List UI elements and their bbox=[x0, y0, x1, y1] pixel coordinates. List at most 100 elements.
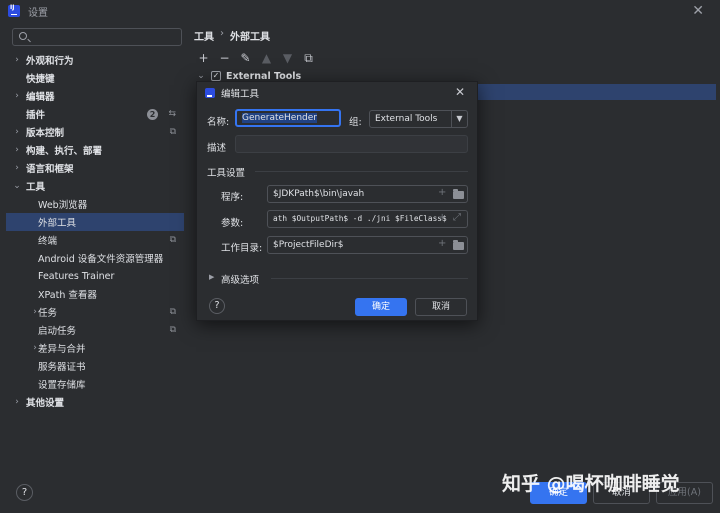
chevron-down-icon[interactable]: ▼ bbox=[451, 111, 467, 127]
sidebar-item[interactable]: XPath 查看器 bbox=[6, 285, 184, 303]
sidebar-item[interactable]: 终端 ⧉ bbox=[6, 231, 184, 249]
tool-settings-heading: 工具设置 bbox=[207, 168, 246, 179]
dialog-title: 编辑工具 bbox=[221, 89, 260, 100]
project-scope-icon: ⧉ bbox=[169, 307, 176, 317]
working-dir-value: $ProjectFileDir$ bbox=[273, 240, 344, 250]
sidebar-item[interactable]: ⌄ 工具 bbox=[6, 177, 184, 195]
group-checkbox[interactable]: ✓ bbox=[211, 71, 221, 81]
sidebar-item[interactable]: 启动任务 ⧉ bbox=[6, 321, 184, 339]
sidebar-item-label: 任务 bbox=[38, 308, 58, 319]
chevron-down-icon[interactable]: ⌄ bbox=[12, 181, 22, 191]
update-count-badge: 2 bbox=[147, 108, 158, 120]
working-dir-label: 工作目录: bbox=[221, 243, 263, 254]
search-input[interactable] bbox=[12, 28, 182, 46]
sidebar-item[interactable]: › 编辑器 bbox=[6, 87, 184, 105]
chevron-right-icon[interactable]: › bbox=[12, 163, 22, 173]
sidebar-item[interactable]: 插件 2 ⇆ bbox=[6, 105, 184, 123]
tools-toolbar: + − ✎ ▲ ▼ ⧉ bbox=[198, 52, 314, 64]
sidebar-item-label: 构建、执行、部署 bbox=[26, 146, 103, 157]
title-bar: 设置 ✕ bbox=[0, 0, 720, 22]
insert-macro-icon[interactable]: + bbox=[438, 212, 446, 223]
name-value: GenerateHender bbox=[242, 113, 317, 123]
sidebar-item[interactable]: › 任务 ⧉ bbox=[6, 303, 184, 321]
chevron-right-icon[interactable]: › bbox=[12, 91, 22, 101]
insert-macro-icon[interactable]: + bbox=[438, 187, 446, 198]
chevron-right-icon[interactable]: › bbox=[12, 145, 22, 155]
sidebar-item-label: 差异与合并 bbox=[38, 344, 86, 355]
sidebar-item[interactable]: 服务器证书 bbox=[6, 357, 184, 375]
sidebar-item[interactable]: Android 设备文件资源管理器 bbox=[6, 249, 184, 267]
remove-icon[interactable]: − bbox=[219, 52, 230, 64]
advanced-options-toggle[interactable]: 高级选项 bbox=[221, 272, 259, 286]
breadcrumb: 工具 › 外部工具 bbox=[194, 28, 270, 43]
breadcrumb-current: 外部工具 bbox=[230, 32, 270, 43]
copy-icon[interactable]: ⧉ bbox=[303, 52, 314, 64]
name-input[interactable]: GenerateHender bbox=[235, 109, 341, 127]
folder-icon[interactable] bbox=[453, 189, 464, 199]
move-down-icon[interactable]: ▼ bbox=[282, 52, 293, 64]
chevron-right-icon[interactable]: ▶ bbox=[209, 273, 214, 281]
folder-icon[interactable] bbox=[453, 240, 464, 250]
arguments-label: 参数: bbox=[221, 218, 244, 229]
description-input[interactable] bbox=[235, 135, 468, 153]
sidebar-item-label: XPath 查看器 bbox=[38, 290, 97, 301]
move-up-icon[interactable]: ▲ bbox=[261, 52, 272, 64]
window-title: 设置 bbox=[28, 7, 48, 19]
add-icon[interactable]: + bbox=[198, 52, 209, 64]
sidebar-item[interactable]: › 构建、执行、部署 bbox=[6, 141, 184, 159]
project-scope-icon: ⧉ bbox=[169, 235, 176, 245]
search-icon bbox=[19, 32, 27, 40]
sidebar-item[interactable]: › 语言和框架 bbox=[6, 159, 184, 177]
sidebar-item-label: Android 设备文件资源管理器 bbox=[38, 254, 164, 265]
dialog-title-bar: 编辑工具 ✕ bbox=[197, 82, 477, 104]
chevron-right-icon[interactable]: › bbox=[12, 397, 22, 407]
edit-icon[interactable]: ✎ bbox=[240, 52, 251, 64]
sidebar-item[interactable]: 外部工具 bbox=[6, 213, 184, 231]
sidebar-item-label: 版本控制 bbox=[26, 128, 65, 139]
insert-macro-icon[interactable]: + bbox=[438, 238, 446, 249]
sidebar-item[interactable]: › 差异与合并 bbox=[6, 339, 184, 357]
sidebar-item-label: Features Trainer bbox=[38, 270, 115, 282]
group-label: 组: bbox=[349, 117, 362, 128]
breadcrumb-parent[interactable]: 工具 bbox=[194, 28, 214, 43]
sidebar-item-label: 服务器证书 bbox=[38, 362, 86, 373]
sidebar-item-label: 插件 bbox=[26, 110, 46, 121]
sidebar-item-label: 快捷键 bbox=[26, 74, 55, 85]
sidebar-item-label: 语言和框架 bbox=[26, 164, 74, 175]
arguments-value: ath $OutputPath$ -d ./jni $FileClass$ bbox=[273, 214, 447, 223]
project-scope-icon: ⧉ bbox=[169, 127, 176, 137]
sidebar-item-label: 其他设置 bbox=[26, 398, 65, 409]
chevron-right-icon[interactable]: › bbox=[12, 127, 22, 137]
group-select[interactable]: External Tools ▼ bbox=[369, 110, 468, 128]
settings-tree: › 外观和行为快捷键 › 编辑器插件 2 ⇆ › 版本控制 ⧉ › 构建、执行、部署 › 语言和框架 ⌄ 工… bbox=[6, 51, 184, 411]
expand-icon[interactable]: ⤢ bbox=[453, 212, 461, 223]
sidebar-item-label: Web浏览器 bbox=[38, 200, 88, 211]
sidebar-item-label: 编辑器 bbox=[26, 92, 55, 103]
sidebar-item[interactable]: › 外观和行为 bbox=[6, 51, 184, 69]
dialog-help-button[interactable]: ? bbox=[209, 298, 225, 314]
description-label: 描述 bbox=[207, 143, 227, 154]
chevron-right-icon[interactable]: › bbox=[12, 55, 22, 65]
group-value: External Tools bbox=[375, 114, 438, 124]
intellij-logo-icon bbox=[205, 88, 215, 98]
sidebar-item[interactable]: › 版本控制 ⧉ bbox=[6, 123, 184, 141]
project-scope-icon: ⧉ bbox=[169, 325, 176, 335]
sidebar-item[interactable]: 快捷键 bbox=[6, 69, 184, 87]
edit-tool-dialog: 编辑工具 ✕ 名称: GenerateHender 组: External To… bbox=[196, 81, 478, 321]
sidebar-item[interactable]: Features Trainer bbox=[6, 267, 184, 285]
close-icon[interactable]: ✕ bbox=[692, 3, 704, 19]
sidebar-item[interactable]: Web浏览器 bbox=[6, 195, 184, 213]
sidebar-item[interactable]: › 其他设置 bbox=[6, 393, 184, 411]
translate-icon: ⇆ bbox=[168, 109, 176, 119]
sidebar-item-label: 终端 bbox=[38, 236, 58, 247]
close-icon[interactable]: ✕ bbox=[455, 85, 465, 99]
dialog-cancel-button[interactable]: 取消 bbox=[415, 298, 467, 316]
dialog-ok-button[interactable]: 确定 bbox=[355, 298, 407, 316]
settings-sidebar: › 外观和行为快捷键 › 编辑器插件 2 ⇆ › 版本控制 ⧉ › 构建、执行、部署 › 语言和框架 ⌄ 工… bbox=[6, 26, 184, 461]
sidebar-item[interactable]: 设置存储库 bbox=[6, 375, 184, 393]
help-button[interactable]: ? bbox=[16, 484, 33, 501]
chevron-down-icon[interactable]: ⌄ bbox=[196, 71, 206, 81]
program-value: $JDKPath$\bin\javah bbox=[273, 189, 365, 199]
sidebar-item-label: 外观和行为 bbox=[26, 56, 74, 67]
name-label: 名称: bbox=[207, 117, 230, 128]
